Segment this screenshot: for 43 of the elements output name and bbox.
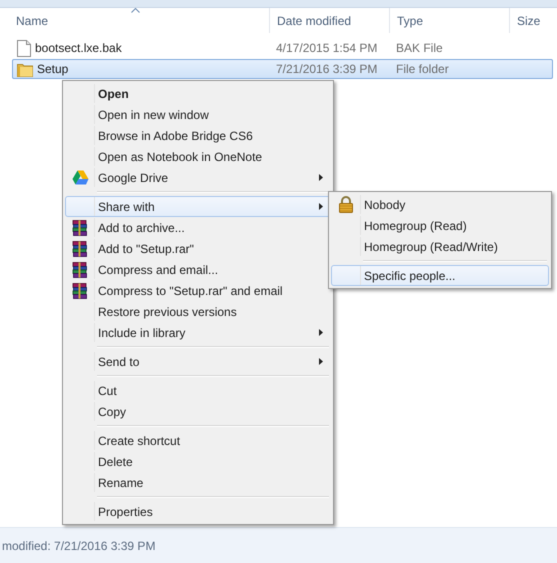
menu-item[interactable]: Cut [65, 380, 331, 401]
book-stack-icon [72, 282, 88, 298]
status-text: modified: 7/21/2016 3:39 PM [2, 538, 156, 552]
book-stack-icon [72, 262, 88, 278]
menu-item[interactable]: Create shortcut [65, 430, 331, 451]
menu-item[interactable]: Copy [65, 401, 331, 422]
menu-item[interactable]: Google Drive [65, 167, 331, 188]
type-text: BAK File [396, 41, 443, 55]
menu-item[interactable]: Open in new window [65, 104, 331, 125]
menu-item[interactable]: Share with [65, 196, 331, 217]
menu-item[interactable]: Properties [65, 501, 331, 522]
menu-item[interactable]: Browse in Adobe Bridge CS6 [65, 125, 331, 146]
menu-item[interactable]: Homegroup (Read/Write) [331, 236, 549, 257]
menu-item[interactable]: Nobody [331, 194, 549, 215]
selected-row[interactable]: Setup 7/21/2016 3:39 PM File folder [12, 59, 553, 79]
menu-item[interactable]: Send to [65, 351, 331, 372]
menu-item[interactable]: Rename [65, 472, 331, 493]
menu-item[interactable]: Delete [65, 451, 331, 472]
triangle-logo-icon [72, 170, 88, 185]
column-header[interactable]: Size [517, 14, 540, 28]
book-stack-icon [72, 220, 88, 236]
menu-item[interactable]: Restore previous versions [65, 301, 331, 322]
menu-item[interactable]: Compress and email... [65, 259, 331, 280]
date-text: 7/21/2016 3:39 PM [276, 62, 378, 76]
menu-item[interactable]: Open as Notebook in OneNote [65, 146, 331, 167]
book-stack-icon [72, 240, 88, 256]
menu-item[interactable]: Open [65, 83, 331, 104]
date-text: 4/17/2015 1:54 PM [276, 41, 378, 55]
column-header[interactable]: Name [16, 14, 48, 28]
menu-item[interactable]: Include in library [65, 322, 331, 343]
padlock-icon [339, 196, 353, 213]
file-name: Setup [37, 62, 68, 76]
menu-item[interactable]: Homegroup (Read) [331, 215, 549, 236]
column-header[interactable]: Type [397, 14, 424, 28]
file-name[interactable]: bootsect.lxe.bak [35, 41, 122, 55]
menu-item[interactable]: Specific people... [331, 265, 549, 286]
folder-icon [17, 62, 33, 76]
menu-item[interactable]: Add to archive... [65, 217, 331, 238]
menu-item[interactable]: Add to "Setup.rar" [65, 238, 331, 259]
menu-item[interactable]: Compress to "Setup.rar" and email [65, 280, 331, 301]
file-icon [17, 40, 31, 56]
type-text: File folder [396, 62, 449, 76]
column-header[interactable]: Date modified [277, 14, 352, 28]
